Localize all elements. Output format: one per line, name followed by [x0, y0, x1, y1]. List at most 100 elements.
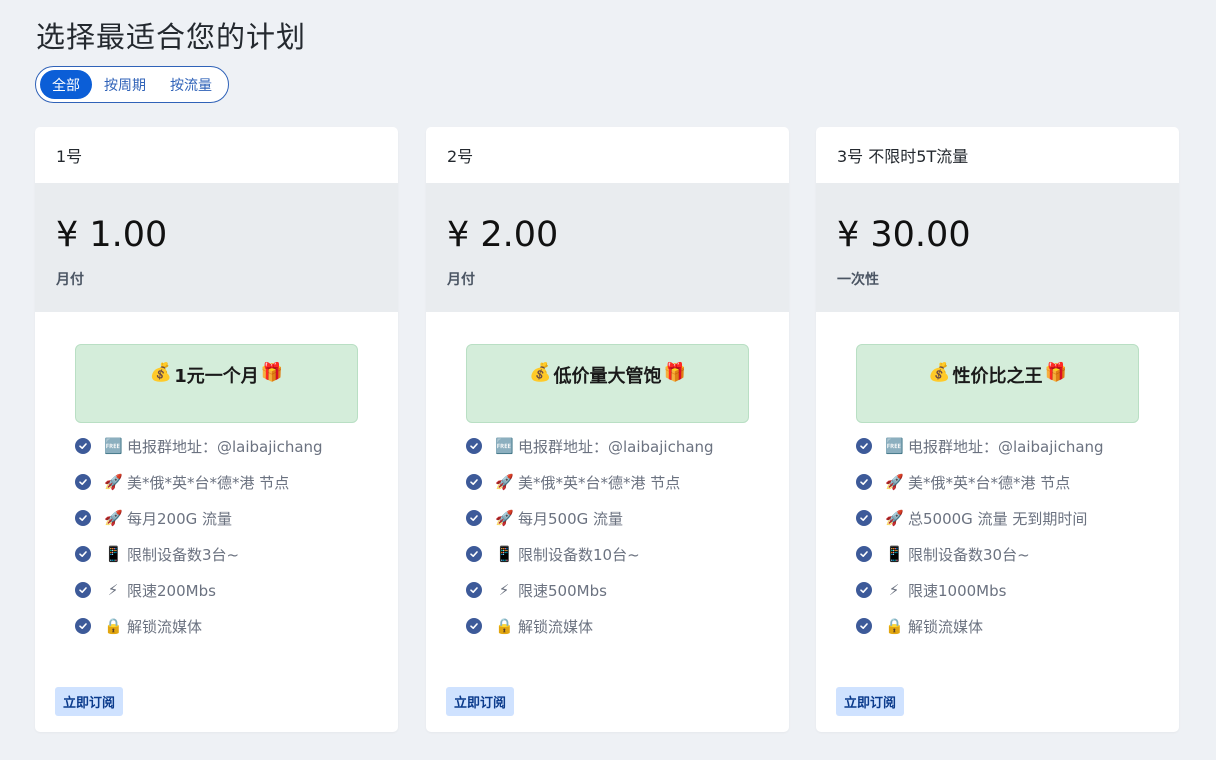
promo-banner: 💰 低价量大管饱 🎁 — [466, 344, 749, 423]
promo-text: 1元一个月 — [174, 366, 259, 387]
feature-item: 🆓 电报群地址：@laibajichang — [75, 428, 398, 464]
rocket-icon: 🚀 — [885, 473, 904, 491]
free-icon: 🆓 — [885, 437, 904, 455]
check-circle-icon — [75, 582, 91, 598]
check-circle-icon — [856, 474, 872, 490]
feature-text: 限制设备数3台~ — [127, 545, 240, 564]
gift-icon: 🎁 — [663, 362, 686, 383]
check-circle-icon — [466, 546, 482, 562]
check-circle-icon — [856, 438, 872, 454]
rocket-icon: 🚀 — [885, 509, 904, 527]
plan-card-2: 2号 ¥ 2.00 月付 💰 低价量大管饱 🎁 🆓 电报群地址：@laibajic… — [426, 127, 789, 732]
feature-list: 🆓 电报群地址：@laibajichang 🚀 美*俄*英*台*德*港 节点 🚀 总500… — [856, 428, 1179, 644]
check-circle-icon — [856, 582, 872, 598]
filter-by-traffic-button[interactable]: 按流量 — [158, 70, 224, 99]
check-circle-icon — [466, 618, 482, 634]
check-circle-icon — [466, 582, 482, 598]
plan-card-3: 3号 不限时5T流量 ¥ 30.00 一次性 💰 性价比之王 🎁 🆓 电报群地址：… — [816, 127, 1179, 732]
feature-list: 🆓 电报群地址：@laibajichang 🚀 美*俄*英*台*德*港 节点 🚀 每月50… — [466, 428, 789, 644]
lock-icon: 🔒 — [495, 617, 514, 635]
feature-text: 限速1000Mbs — [908, 581, 1007, 600]
lightning-icon: ⚡ — [498, 581, 510, 599]
rocket-icon: 🚀 — [495, 509, 514, 527]
feature-text: 每月500G 流量 — [518, 509, 624, 528]
price-block: ¥ 1.00 月付 — [35, 183, 398, 312]
check-circle-icon — [75, 474, 91, 490]
plan-price: ¥ 2.00 — [447, 215, 559, 255]
check-circle-icon — [75, 618, 91, 634]
check-circle-icon — [856, 546, 872, 562]
rocket-icon: 🚀 — [104, 473, 123, 491]
free-icon: 🆓 — [495, 437, 514, 455]
feature-item: ⚡ 限速200Mbs — [75, 572, 398, 608]
feature-item: 🚀 美*俄*英*台*德*港 节点 — [856, 464, 1179, 500]
feature-text: 解锁流媒体 — [127, 617, 203, 636]
feature-item: 🚀 总5000G 流量 无到期时间 — [856, 500, 1179, 536]
free-icon: 🆓 — [104, 437, 123, 455]
check-circle-icon — [856, 618, 872, 634]
rocket-icon: 🚀 — [104, 509, 123, 527]
money-bag-icon: 💰 — [149, 362, 173, 383]
price-block: ¥ 2.00 月付 — [426, 183, 789, 312]
feature-item: 🔒 解锁流媒体 — [856, 608, 1179, 644]
plan-name: 1号 — [56, 147, 83, 166]
feature-item: 🚀 每月500G 流量 — [466, 500, 789, 536]
promo-text: 低价量大管饱 — [553, 366, 662, 387]
check-circle-icon — [856, 510, 872, 526]
feature-text: 限制设备数10台~ — [518, 545, 640, 564]
plan-name: 2号 — [447, 147, 474, 166]
lock-icon: 🔒 — [885, 617, 904, 635]
feature-item: ⚡ 限速500Mbs — [466, 572, 789, 608]
feature-item: 🚀 美*俄*英*台*德*港 节点 — [466, 464, 789, 500]
check-circle-icon — [466, 474, 482, 490]
feature-text: 总5000G 流量 无到期时间 — [908, 509, 1088, 528]
plan-card-1: 1号 ¥ 1.00 月付 💰 1元一个月 🎁 🆓 电报群地址：@laibajich… — [35, 127, 398, 732]
phone-icon: 📱 — [885, 545, 904, 563]
subscribe-button[interactable]: 立即订阅 — [836, 687, 905, 716]
feature-list: 🆓 电报群地址：@laibajichang 🚀 美*俄*英*台*德*港 节点 🚀 每月20… — [75, 428, 398, 644]
feature-text: 解锁流媒体 — [908, 617, 984, 636]
plan-price: ¥ 1.00 — [56, 215, 168, 255]
feature-text: 限速500Mbs — [518, 581, 607, 600]
money-bag-icon: 💰 — [529, 362, 552, 383]
feature-text: 限速200Mbs — [127, 581, 216, 600]
rocket-icon: 🚀 — [495, 473, 514, 491]
feature-item: 🆓 电报群地址：@laibajichang — [856, 428, 1179, 464]
feature-item: 🚀 每月200G 流量 — [75, 500, 398, 536]
filter-all-button[interactable]: 全部 — [40, 70, 92, 99]
promo-banner: 💰 性价比之王 🎁 — [856, 344, 1139, 423]
filter-by-period-button[interactable]: 按周期 — [92, 70, 158, 99]
feature-item: 🆓 电报群地址：@laibajichang — [466, 428, 789, 464]
plan-name: 3号 不限时5T流量 — [837, 147, 969, 166]
check-circle-icon — [75, 510, 91, 526]
feature-item: ⚡ 限速1000Mbs — [856, 572, 1179, 608]
lightning-icon: ⚡ — [107, 581, 119, 599]
subscribe-button[interactable]: 立即订阅 — [446, 687, 515, 716]
check-circle-icon — [75, 438, 91, 454]
feature-item: 📱 限制设备数3台~ — [75, 536, 398, 572]
plan-filter-group: 全部 按周期 按流量 — [35, 66, 229, 103]
subscribe-button[interactable]: 立即订阅 — [55, 687, 124, 716]
feature-item: 📱 限制设备数10台~ — [466, 536, 789, 572]
plan-period: 一次性 — [837, 272, 879, 288]
money-bag-icon: 💰 — [928, 362, 951, 383]
feature-text: 电报群地址：@laibajichang — [127, 437, 323, 456]
feature-text: 解锁流媒体 — [518, 617, 594, 636]
feature-text: 每月200G 流量 — [127, 509, 233, 528]
feature-text: 美*俄*英*台*德*港 节点 — [127, 473, 290, 492]
lightning-icon: ⚡ — [888, 581, 900, 599]
phone-icon: 📱 — [104, 545, 123, 563]
feature-text: 美*俄*英*台*德*港 节点 — [908, 473, 1071, 492]
gift-icon: 🎁 — [260, 362, 284, 383]
feature-text: 美*俄*英*台*德*港 节点 — [518, 473, 681, 492]
lock-icon: 🔒 — [104, 617, 123, 635]
page-title: 选择最适合您的计划 — [36, 20, 307, 54]
feature-text: 电报群地址：@laibajichang — [518, 437, 714, 456]
promo-banner: 💰 1元一个月 🎁 — [75, 344, 358, 423]
gift-icon: 🎁 — [1044, 362, 1067, 383]
feature-item: 📱 限制设备数30台~ — [856, 536, 1179, 572]
feature-item: 🚀 美*俄*英*台*德*港 节点 — [75, 464, 398, 500]
plan-period: 月付 — [56, 272, 84, 288]
phone-icon: 📱 — [495, 545, 514, 563]
plan-period: 月付 — [447, 272, 475, 288]
